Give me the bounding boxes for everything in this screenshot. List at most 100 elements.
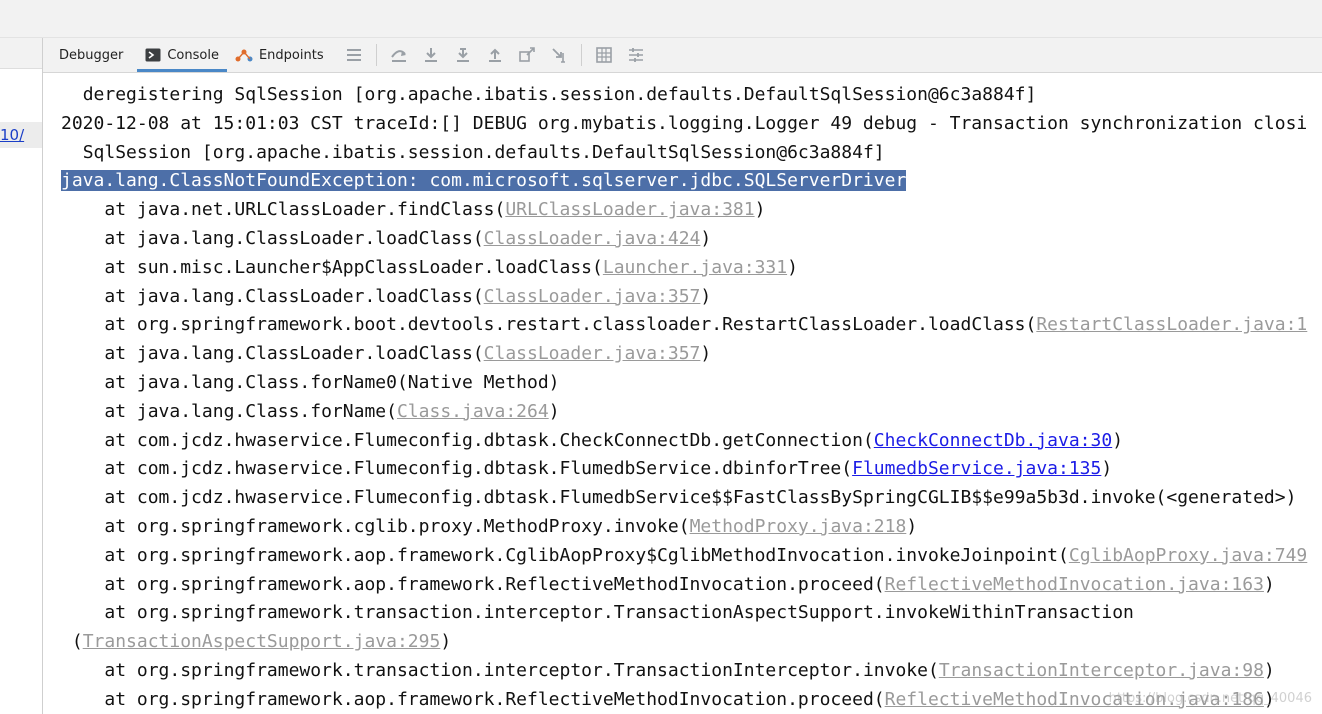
console-text: ) bbox=[700, 285, 712, 307]
source-link[interactable]: TransactionInterceptor.java:98 bbox=[939, 660, 1264, 681]
evaluate-expression-icon[interactable] bbox=[588, 38, 620, 72]
console-line: 2020-12-08 at 15:01:03 CST traceId:[] DE… bbox=[61, 112, 1307, 136]
console-line: at com.jcdz.hwaservice.Flumeconfig.dbtas… bbox=[61, 457, 1112, 481]
source-link[interactable]: URLClassLoader.java:381 bbox=[505, 199, 754, 220]
console-line: at java.lang.ClassLoader.loadClass(Class… bbox=[61, 227, 711, 251]
tab-debugger-label: Debugger bbox=[59, 47, 124, 63]
console-line: at java.net.URLClassLoader.findClass(URL… bbox=[61, 198, 765, 222]
console-line: at org.springframework.transaction.inter… bbox=[61, 659, 1275, 683]
tab-endpoints-label: Endpoints bbox=[258, 47, 324, 63]
console-text: at java.lang.ClassLoader.loadClass( bbox=[104, 228, 484, 249]
source-link[interactable]: Class.java:264 bbox=[397, 401, 549, 422]
source-link[interactable]: CglibAopProxy.java:749 bbox=[1069, 545, 1307, 566]
source-link[interactable]: RestartClassLoader.java:1 bbox=[1036, 314, 1307, 335]
console-text: ) bbox=[548, 400, 560, 422]
console-text: at com.jcdz.hwaservice.Flumeconfig.dbtas… bbox=[104, 487, 1297, 509]
run-to-cursor-icon[interactable] bbox=[543, 38, 575, 72]
console-text: at com.jcdz.hwaservice.Flumeconfig.dbtas… bbox=[104, 429, 874, 451]
console-text: at sun.misc.Launcher$AppClassLoader.load… bbox=[104, 256, 603, 278]
left-panel-link[interactable]: 10/ bbox=[0, 126, 24, 144]
console-text: SqlSession [org.apache.ibatis.session.de… bbox=[82, 141, 885, 163]
console-text: ) bbox=[1101, 458, 1113, 480]
console-text: at java.lang.ClassLoader.loadClass( bbox=[104, 343, 484, 365]
console-text: at org.springframework.transaction.inter… bbox=[104, 602, 1134, 624]
trace-settings-icon[interactable] bbox=[620, 38, 652, 72]
source-link[interactable]: ReflectiveMethodInvocation.java:163 bbox=[885, 574, 1264, 595]
source-link[interactable]: ClassLoader.java:424 bbox=[484, 228, 701, 249]
console-text: at java.net.URLClassLoader.findClass( bbox=[104, 199, 506, 221]
console-indent bbox=[61, 458, 104, 479]
source-link[interactable]: MethodProxy.java:218 bbox=[690, 516, 907, 537]
console-line: at com.jcdz.hwaservice.Flumeconfig.dbtas… bbox=[61, 429, 1123, 453]
console-line: at org.springframework.transaction.inter… bbox=[61, 601, 1134, 625]
console-line: at java.lang.ClassLoader.loadClass(Class… bbox=[61, 285, 711, 309]
console-indent bbox=[61, 660, 104, 681]
console-line: at sun.misc.Launcher$AppClassLoader.load… bbox=[61, 256, 798, 280]
step-into-icon[interactable] bbox=[447, 38, 479, 72]
console-text: ) bbox=[906, 516, 918, 537]
drop-frame-icon[interactable] bbox=[511, 38, 543, 72]
console-text: at org.springframework.transaction.inter… bbox=[104, 660, 939, 681]
console-text: at org.springframework.aop.framework.Ref… bbox=[104, 688, 885, 710]
console-text: at org.springframework.aop.framework.Cgl… bbox=[104, 544, 1069, 566]
source-link[interactable]: FlumedbService.java:135 bbox=[852, 458, 1101, 479]
source-link[interactable]: TransactionAspectSupport.java:295 bbox=[83, 631, 441, 652]
source-link[interactable]: Launcher.java:331 bbox=[603, 257, 787, 278]
console-text: at java.lang.ClassLoader.loadClass( bbox=[104, 285, 484, 307]
console-text: ) bbox=[700, 343, 712, 365]
console-text: ) bbox=[1112, 429, 1124, 451]
tab-console[interactable]: Console bbox=[137, 38, 227, 72]
console-line: at java.lang.Class.forName0(Native Metho… bbox=[61, 371, 560, 395]
console-indent bbox=[61, 545, 104, 566]
step-over-icon[interactable] bbox=[415, 38, 447, 72]
console-indent bbox=[61, 574, 104, 595]
console-output[interactable]: deregistering SqlSession [org.apache.iba… bbox=[43, 73, 1322, 714]
console-text: at org.springframework.aop.framework.Ref… bbox=[104, 573, 885, 595]
source-link[interactable]: CheckConnectDb.java:30 bbox=[874, 430, 1112, 451]
step-out-icon[interactable] bbox=[479, 38, 511, 72]
menu-icon[interactable] bbox=[338, 38, 370, 72]
toolbar-separator bbox=[375, 44, 377, 66]
console-indent bbox=[61, 142, 83, 163]
source-link[interactable]: ClassLoader.java:357 bbox=[484, 286, 701, 307]
console-indent bbox=[61, 84, 83, 105]
console-indent bbox=[61, 343, 104, 364]
endpoints-icon bbox=[235, 47, 253, 63]
console-icon bbox=[145, 48, 161, 62]
console-text: deregistering SqlSession [org.apache.iba… bbox=[82, 84, 1037, 105]
console-text: at com.jcdz.hwaservice.Flumeconfig.dbtas… bbox=[104, 458, 853, 480]
tab-debugger[interactable]: Debugger bbox=[43, 38, 131, 72]
console-text: at org.springframework.cglib.proxy.Metho… bbox=[104, 516, 690, 537]
tab-endpoints[interactable]: Endpoints bbox=[227, 38, 332, 72]
console-line: SqlSession [org.apache.ibatis.session.de… bbox=[61, 141, 885, 165]
console-line: deregistering SqlSession [org.apache.iba… bbox=[61, 83, 1037, 107]
console-line: at java.lang.ClassLoader.loadClass(Class… bbox=[61, 342, 711, 366]
console-text: ) bbox=[1263, 573, 1275, 595]
console-text: ( bbox=[71, 631, 83, 653]
console-text: 2020-12-08 at 15:01:03 CST traceId:[] DE… bbox=[61, 112, 1308, 134]
console-text: ) bbox=[787, 256, 798, 278]
console-line: (TransactionAspectSupport.java:295) bbox=[61, 630, 451, 654]
console-line: at org.springframework.aop.framework.Ref… bbox=[61, 688, 1274, 712]
console-indent bbox=[61, 689, 104, 710]
console-indent bbox=[61, 401, 104, 422]
left-panel: 10/ bbox=[0, 38, 43, 714]
console-text: at org.springframework.boot.devtools.res… bbox=[104, 314, 1037, 336]
console-indent bbox=[61, 430, 104, 451]
console-line: at org.springframework.aop.framework.Cgl… bbox=[61, 544, 1307, 568]
source-link[interactable]: ClassLoader.java:357 bbox=[484, 343, 701, 364]
console-line: at org.springframework.aop.framework.Ref… bbox=[61, 573, 1275, 597]
tab-console-label: Console bbox=[167, 47, 219, 63]
left-panel-header bbox=[0, 38, 42, 69]
show-execution-point-icon[interactable] bbox=[383, 38, 415, 72]
debug-toolbar: Debugger Console Endpoints bbox=[43, 38, 1322, 73]
toolbar-separator bbox=[580, 44, 582, 66]
console-text: ) bbox=[440, 631, 452, 653]
console-text: ) bbox=[700, 228, 712, 249]
console-text: ) bbox=[1263, 660, 1275, 681]
console-text: at java.lang.Class.forName0(Native Metho… bbox=[104, 372, 560, 393]
console-indent bbox=[61, 602, 104, 623]
console-indent bbox=[61, 314, 104, 335]
console-indent bbox=[61, 286, 104, 307]
selected-exception-text[interactable]: java.lang.ClassNotFoundException: com.mi… bbox=[61, 170, 907, 192]
